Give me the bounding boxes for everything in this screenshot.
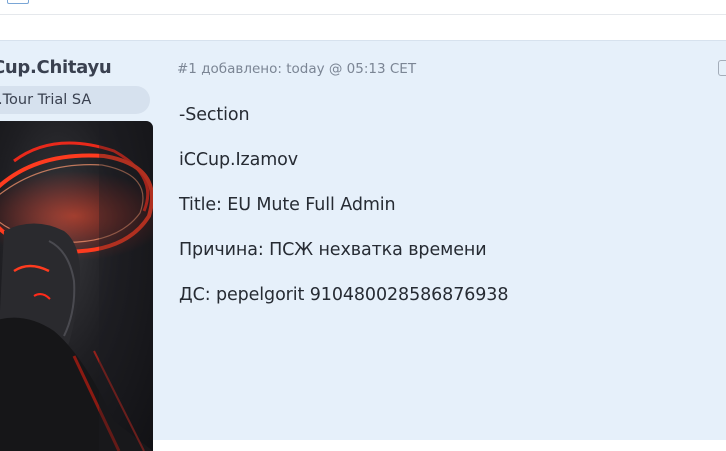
avatar-artwork bbox=[0, 121, 153, 451]
message-line: Title: EU Mute Full Admin bbox=[179, 195, 396, 215]
post-meta[interactable]: #1 добавлено: today @ 05:13 CET bbox=[177, 61, 416, 77]
forum-post: Cup.Chitayu .Tour Trial SA #1 добавлено:… bbox=[0, 40, 726, 451]
post-content: #1 добавлено: today @ 05:13 CET -Section… bbox=[177, 41, 726, 441]
checkbox-icon[interactable] bbox=[7, 0, 29, 4]
avatar[interactable] bbox=[0, 121, 153, 451]
message-line: ДС: pepelgorit 910480028586876938 bbox=[179, 285, 509, 305]
spacer bbox=[0, 15, 726, 40]
message-line: -Section bbox=[179, 105, 250, 125]
message-line: iCCup.Izamov bbox=[179, 150, 299, 170]
message-line: Причина: ПСЖ нехватка времени bbox=[179, 240, 487, 260]
post-author-column: Cup.Chitayu .Tour Trial SA bbox=[0, 41, 155, 451]
share-icon[interactable] bbox=[718, 60, 726, 76]
author-username[interactable]: Cup.Chitayu bbox=[0, 57, 112, 78]
author-user-title: .Tour Trial SA bbox=[0, 86, 150, 114]
top-toolbar bbox=[0, 0, 726, 15]
